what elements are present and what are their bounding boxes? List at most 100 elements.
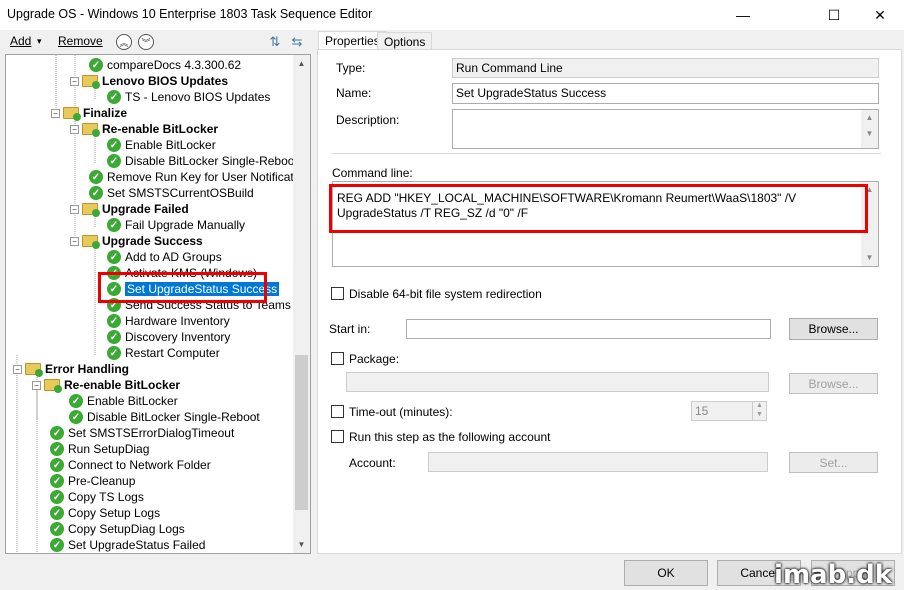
- tab-options[interactable]: Options: [377, 32, 433, 50]
- tree-scrollbar[interactable]: ▲ ▼: [293, 55, 310, 553]
- name-input[interactable]: Set UpgradeStatus Success: [452, 83, 879, 104]
- scroll-up-icon[interactable]: ▲: [861, 110, 878, 126]
- tree-item[interactable]: ✓ compareDocs 4.3.300.62: [89, 57, 241, 73]
- tree-item[interactable]: ✓ Add to AD Groups: [107, 249, 222, 265]
- scroll-thumb[interactable]: [295, 355, 308, 510]
- properties-panel: Type: Run Command Line Name: Set Upgrade…: [317, 49, 902, 554]
- tree-group[interactable]: − Lenovo BIOS Updates: [70, 73, 228, 89]
- tree-item[interactable]: ✓ TS - Lenovo BIOS Updates: [107, 89, 270, 105]
- success-check-icon: ✓: [107, 250, 121, 264]
- task-sequence-tree[interactable]: ✓ compareDocs 4.3.300.62 − Lenovo BIOS U…: [5, 54, 311, 554]
- add-menu-button[interactable]: Add: [10, 34, 31, 48]
- tree-item-label: Connect to Network Folder: [68, 458, 211, 472]
- tree-item[interactable]: ✓ Discovery Inventory: [107, 329, 230, 345]
- timeout-checkbox[interactable]: [331, 405, 344, 418]
- tree-item-label: TS - Lenovo BIOS Updates: [125, 90, 271, 104]
- tree-item[interactable]: ✓ Run SetupDiag: [50, 441, 149, 457]
- folder-icon: [82, 75, 100, 89]
- minimize-button[interactable]: —: [720, 0, 766, 30]
- success-check-icon: ✓: [89, 58, 103, 72]
- collapse-icon[interactable]: −: [70, 76, 79, 86]
- tree-item[interactable]: ✓ Pre-Cleanup: [50, 473, 135, 489]
- success-check-icon: ✓: [107, 90, 121, 104]
- tree-item-label: Error Handling: [45, 362, 130, 376]
- remove-button[interactable]: Remove: [58, 34, 103, 48]
- tree-item[interactable]: ✓ Disable BitLocker Single-Reboot: [69, 409, 260, 425]
- tree-item-label: Upgrade Failed: [102, 202, 189, 216]
- tree-item[interactable]: ✓ Restart Computer: [107, 345, 220, 361]
- tree-item-label: Disable BitLocker Single-Reboot: [125, 154, 298, 168]
- disable64-checkbox[interactable]: [331, 287, 344, 300]
- add-caret-icon[interactable]: ▾: [37, 36, 42, 47]
- collapse-icon[interactable]: −: [32, 380, 41, 390]
- success-check-icon: ✓: [107, 218, 121, 232]
- tree-item-label: compareDocs 4.3.300.62: [107, 58, 242, 72]
- tree-item[interactable]: ✓ Copy SetupDiag Logs: [50, 521, 185, 537]
- collapse-icon[interactable]: −: [70, 236, 79, 246]
- scroll-up-icon[interactable]: ▲: [293, 55, 310, 72]
- collapse-all-icon[interactable]: ⇆: [288, 33, 306, 51]
- collapse-icon[interactable]: −: [70, 124, 79, 134]
- command-highlight-box: [329, 184, 868, 233]
- success-check-icon: ✓: [50, 458, 64, 472]
- success-check-icon: ✓: [50, 426, 64, 440]
- package-checkbox[interactable]: [331, 352, 344, 365]
- tree-item[interactable]: ✓ Set SMSTSErrorDialogTimeout: [50, 425, 234, 441]
- timeout-spinner: ▲ ▼: [752, 402, 766, 420]
- tree-item[interactable]: ✓ Disable BitLocker Single-Reboot: [107, 153, 298, 169]
- tree-item-label: Add to AD Groups: [125, 250, 222, 264]
- tree-item[interactable]: ✓ Enable BitLocker: [69, 393, 178, 409]
- window-title: Upgrade OS - Windows 10 Enterprise 1803 …: [7, 7, 373, 21]
- move-down-icon[interactable]: ︾: [138, 34, 154, 50]
- tree-item-label: Lenovo BIOS Updates: [102, 74, 229, 88]
- start-in-input[interactable]: [406, 319, 771, 339]
- tree-item[interactable]: ✓ Enable BitLocker: [107, 137, 216, 153]
- spin-down-icon: ▼: [756, 411, 763, 418]
- tree-item[interactable]: ✓ Set UpgradeStatus Failed: [50, 537, 205, 553]
- tree-item[interactable]: ✓ Hardware Inventory: [107, 313, 230, 329]
- tree-group[interactable]: − Upgrade Failed: [70, 201, 189, 217]
- package-label: Package:: [349, 352, 400, 366]
- tree-item[interactable]: ✓ Connect to Network Folder: [50, 457, 211, 473]
- tree-item[interactable]: ✓ Copy TS Logs: [50, 489, 144, 505]
- tree-item[interactable]: ✓ Fail Upgrade Manually: [107, 217, 245, 233]
- tree-item[interactable]: ✓ Set SMSTSCurrentOSBuild: [89, 185, 254, 201]
- tree-group[interactable]: − Upgrade Success: [70, 233, 203, 249]
- maximize-button[interactable]: ☐: [811, 0, 857, 30]
- tree-item[interactable]: ✓ Remove Run Key for User Notification: [89, 169, 310, 185]
- start-in-label: Start in:: [329, 322, 371, 336]
- collapse-icon[interactable]: −: [13, 364, 22, 374]
- collapse-icon[interactable]: −: [51, 108, 60, 118]
- scroll-down-icon[interactable]: ▼: [861, 126, 878, 142]
- scroll-down-icon[interactable]: ▼: [293, 536, 310, 553]
- success-check-icon: ✓: [89, 186, 103, 200]
- tree-group[interactable]: − Re-enable BitLocker: [70, 121, 218, 137]
- success-check-icon: ✓: [107, 138, 121, 152]
- success-check-icon: ✓: [107, 314, 121, 328]
- tree-group[interactable]: − Error Handling: [13, 361, 129, 377]
- scroll-down-icon[interactable]: ▼: [861, 250, 878, 266]
- description-input[interactable]: [452, 109, 879, 149]
- collapse-icon[interactable]: −: [70, 204, 79, 214]
- folder-icon: [63, 107, 81, 121]
- close-button[interactable]: ✕: [857, 0, 903, 30]
- disable64-label: Disable 64-bit file system redirection: [349, 287, 542, 301]
- tree-item[interactable]: ✓ Copy Setup Logs: [50, 505, 160, 521]
- run-as-checkbox[interactable]: [331, 430, 344, 443]
- description-scrollbar[interactable]: ▲ ▼: [861, 110, 878, 148]
- move-up-icon[interactable]: ︽: [116, 34, 132, 50]
- tree-item-label: Set SMSTSErrorDialogTimeout: [68, 426, 235, 440]
- expand-all-icon[interactable]: ⇅: [266, 33, 284, 51]
- selection-highlight-box: [98, 272, 267, 303]
- browse-button[interactable]: Browse...: [789, 318, 878, 340]
- success-check-icon: ✓: [50, 506, 64, 520]
- tree-group[interactable]: − Finalize: [51, 105, 127, 121]
- success-check-icon: ✓: [69, 394, 83, 408]
- tree-item-label: Set UpgradeStatus Failed: [68, 538, 206, 552]
- ok-button[interactable]: OK: [624, 560, 708, 586]
- tree-item-label: Fail Upgrade Manually: [125, 218, 246, 232]
- success-check-icon: ✓: [50, 522, 64, 536]
- tree-group[interactable]: − Re-enable BitLocker: [32, 377, 180, 393]
- success-check-icon: ✓: [107, 154, 121, 168]
- success-check-icon: ✓: [50, 442, 64, 456]
